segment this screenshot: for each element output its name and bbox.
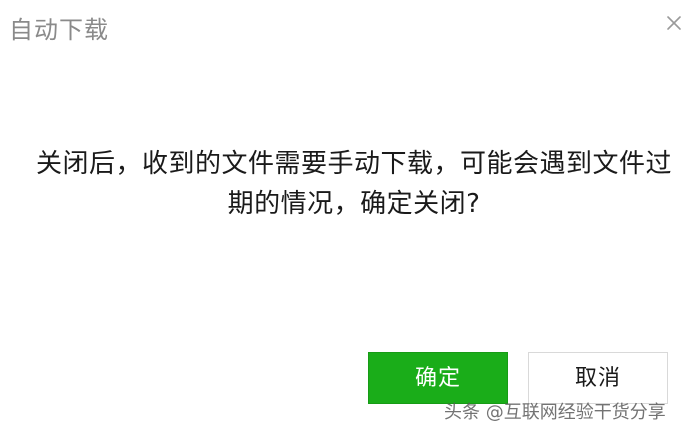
- dialog-title: 自动下载: [9, 16, 109, 44]
- confirm-button[interactable]: 确定: [368, 352, 508, 404]
- close-icon: [667, 16, 681, 30]
- dialog-message: 关闭后，收到的文件需要手动下载，可能会遇到文件过期的情况，确定关闭?: [36, 149, 673, 219]
- cancel-button[interactable]: 取消: [528, 352, 668, 404]
- close-button[interactable]: [664, 13, 684, 33]
- auto-download-dialog: 自动下载 关闭后，收到的文件需要手动下载，可能会遇到文件过期的情况，确定关闭? …: [0, 0, 692, 436]
- watermark-text: 头条 @互联网经验干货分享: [444, 402, 666, 423]
